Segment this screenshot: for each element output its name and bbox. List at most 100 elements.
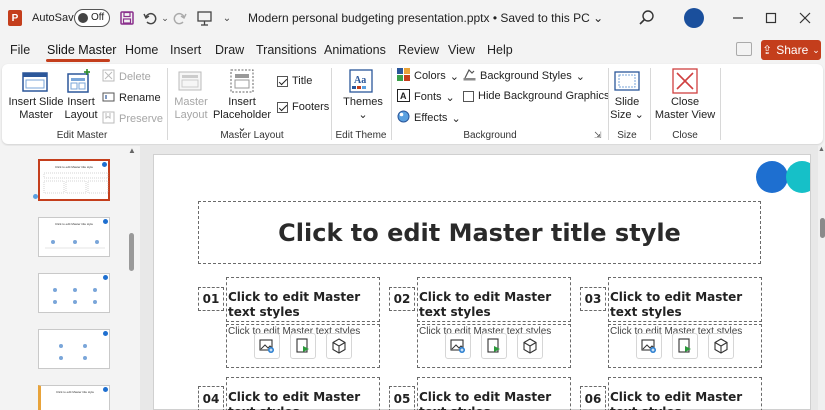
themes-button[interactable]: Themes ⌄ xyxy=(340,96,386,122)
fonts-icon: A xyxy=(397,89,410,105)
share-label: Share xyxy=(776,43,809,57)
insert-placeholder-icon[interactable] xyxy=(229,68,255,97)
background-group-label: Background xyxy=(463,130,517,141)
thumbnail-decoration xyxy=(102,162,107,167)
title-checkbox-box[interactable] xyxy=(277,75,288,87)
close-master-view-icon[interactable] xyxy=(672,68,698,97)
insert-3d-model-icon[interactable] xyxy=(326,333,352,359)
effects-button[interactable]: Effects ⌄ xyxy=(397,110,461,126)
tab-home[interactable]: Home xyxy=(125,43,158,57)
insert-slide-master-icon[interactable] xyxy=(22,70,48,97)
search-icon[interactable] xyxy=(638,9,656,27)
delete-icon xyxy=(102,69,115,85)
slide-vertical-scrollbar[interactable] xyxy=(818,146,825,410)
group-separator xyxy=(720,68,721,140)
delete-button[interactable]: Delete xyxy=(102,69,151,85)
insert-picture-icon[interactable] xyxy=(445,333,471,359)
master-layout-group-label: Master Layout xyxy=(220,130,284,141)
save-icon[interactable] xyxy=(118,9,136,27)
rename-label: Rename xyxy=(119,92,161,104)
active-tab-indicator xyxy=(46,59,110,62)
effects-label: Effects xyxy=(414,112,448,124)
hide-background-graphics-checkbox[interactable]: Hide Background Graphics xyxy=(463,90,609,102)
tab-view[interactable]: View xyxy=(448,43,475,57)
tab-draw[interactable]: Draw xyxy=(215,43,244,57)
insert-video-icon[interactable] xyxy=(481,333,507,359)
share-icon: ⇪ xyxy=(762,43,773,57)
insert-3d-model-icon[interactable] xyxy=(517,333,543,359)
fonts-button[interactable]: A Fonts ⌄ xyxy=(397,89,455,105)
insert-video-icon[interactable] xyxy=(672,333,698,359)
slide-size-button[interactable]: Slide Size ⌄ xyxy=(608,96,646,122)
customize-toolbar-icon[interactable]: ⌄ xyxy=(218,9,236,27)
title-checkbox[interactable]: Title xyxy=(277,75,312,87)
comments-icon[interactable] xyxy=(736,42,752,56)
tab-slide-master[interactable]: Slide Master xyxy=(47,43,116,57)
insert-layout-button[interactable]: Insert Layout xyxy=(62,96,100,122)
thumbnail-pane-scrollbar[interactable] xyxy=(129,233,134,271)
column-number: 04 xyxy=(202,392,220,406)
thumbnail-slide-master[interactable]: Click to edit Master title style xyxy=(38,159,110,201)
powerpoint-logo-icon: P xyxy=(8,10,22,26)
title-bar: P AutoSave Off ⌄ ⌄ Modern personal budge… xyxy=(0,0,825,36)
share-dropdown-icon: ⌄ xyxy=(812,44,820,55)
footers-checkbox[interactable]: Footers xyxy=(277,101,329,113)
thumbnail-caption: Click to edit Master title style xyxy=(54,222,93,226)
present-icon[interactable] xyxy=(195,9,213,27)
pane-scroll-up-icon[interactable]: ▲ xyxy=(128,146,136,155)
autosave-toggle[interactable]: Off xyxy=(74,9,110,27)
thumbnail-caption: Click to edit Master title style xyxy=(55,390,94,394)
thumbnail-layout-1[interactable]: Click to edit Master title style xyxy=(38,217,110,257)
minimize-icon[interactable] xyxy=(728,8,748,28)
group-separator xyxy=(167,68,168,140)
slide-scrollbar-thumb[interactable] xyxy=(820,218,825,238)
ribbon-tabs: File Slide Master Home Insert Draw Trans… xyxy=(0,38,825,62)
delete-label: Delete xyxy=(119,71,151,83)
footers-checkbox-box[interactable] xyxy=(277,101,288,113)
background-styles-button[interactable]: Background Styles ⌄ xyxy=(463,68,585,84)
hide-background-graphics-box[interactable] xyxy=(463,90,474,102)
tab-transitions[interactable]: Transitions xyxy=(256,43,317,57)
insert-layout-icon[interactable] xyxy=(66,68,92,97)
avatar[interactable] xyxy=(684,8,704,28)
preserve-button[interactable]: Preserve xyxy=(102,111,163,127)
themes-icon[interactable]: Aa xyxy=(349,69,373,96)
autosave-label: AutoSave xyxy=(32,12,80,24)
thumbnail-layout-2[interactable] xyxy=(38,273,110,313)
thumbnail-layout-4[interactable]: Click to edit Master title style xyxy=(38,385,110,410)
maximize-icon[interactable] xyxy=(761,8,781,28)
column-text: Click to edit Master text styles xyxy=(610,290,743,319)
share-button[interactable]: ⇪ Share ⌄ xyxy=(761,40,821,60)
tab-animations[interactable]: Animations xyxy=(324,43,386,57)
thumbnail-layout-3[interactable] xyxy=(38,329,110,369)
redo-icon[interactable] xyxy=(171,9,189,27)
tab-file[interactable]: File xyxy=(10,43,30,57)
master-layout-button[interactable]: Master Layout xyxy=(170,96,212,122)
document-title[interactable]: Modern personal budgeting presentation.p… xyxy=(248,11,603,25)
close-window-icon[interactable] xyxy=(795,8,815,28)
svg-text:A: A xyxy=(400,91,407,101)
column-text: Click to edit Master text styles xyxy=(419,290,552,319)
column-number: 06 xyxy=(584,392,602,406)
insert-picture-icon[interactable] xyxy=(636,333,662,359)
title-checkbox-label: Title xyxy=(292,75,313,87)
slide-scroll-up-icon[interactable]: ▲ xyxy=(818,146,825,153)
insert-video-icon[interactable] xyxy=(290,333,316,359)
background-dialog-launcher-icon[interactable]: ⇲ xyxy=(594,130,602,141)
rename-button[interactable]: Rename xyxy=(102,90,161,106)
insert-slide-master-button[interactable]: Insert Slide Master xyxy=(8,96,64,122)
slide-size-icon[interactable] xyxy=(614,69,640,96)
master-title-text[interactable]: Click to edit Master title style xyxy=(198,201,761,264)
ribbon: Insert Slide Master Insert Layout Delete… xyxy=(2,64,823,144)
colors-button[interactable]: Colors ⌄ xyxy=(397,68,459,84)
close-master-view-button[interactable]: Close Master View xyxy=(654,96,716,122)
colors-label: Colors xyxy=(414,70,446,82)
tab-insert[interactable]: Insert xyxy=(170,43,201,57)
thumbnail-caption: Click to edit Master title style xyxy=(54,165,93,169)
tab-review[interactable]: Review xyxy=(398,43,439,57)
tab-help[interactable]: Help xyxy=(487,43,513,57)
insert-3d-model-icon[interactable] xyxy=(708,333,734,359)
column-number: 02 xyxy=(393,292,411,306)
insert-picture-icon[interactable] xyxy=(254,333,280,359)
master-layout-icon[interactable] xyxy=(178,70,202,97)
